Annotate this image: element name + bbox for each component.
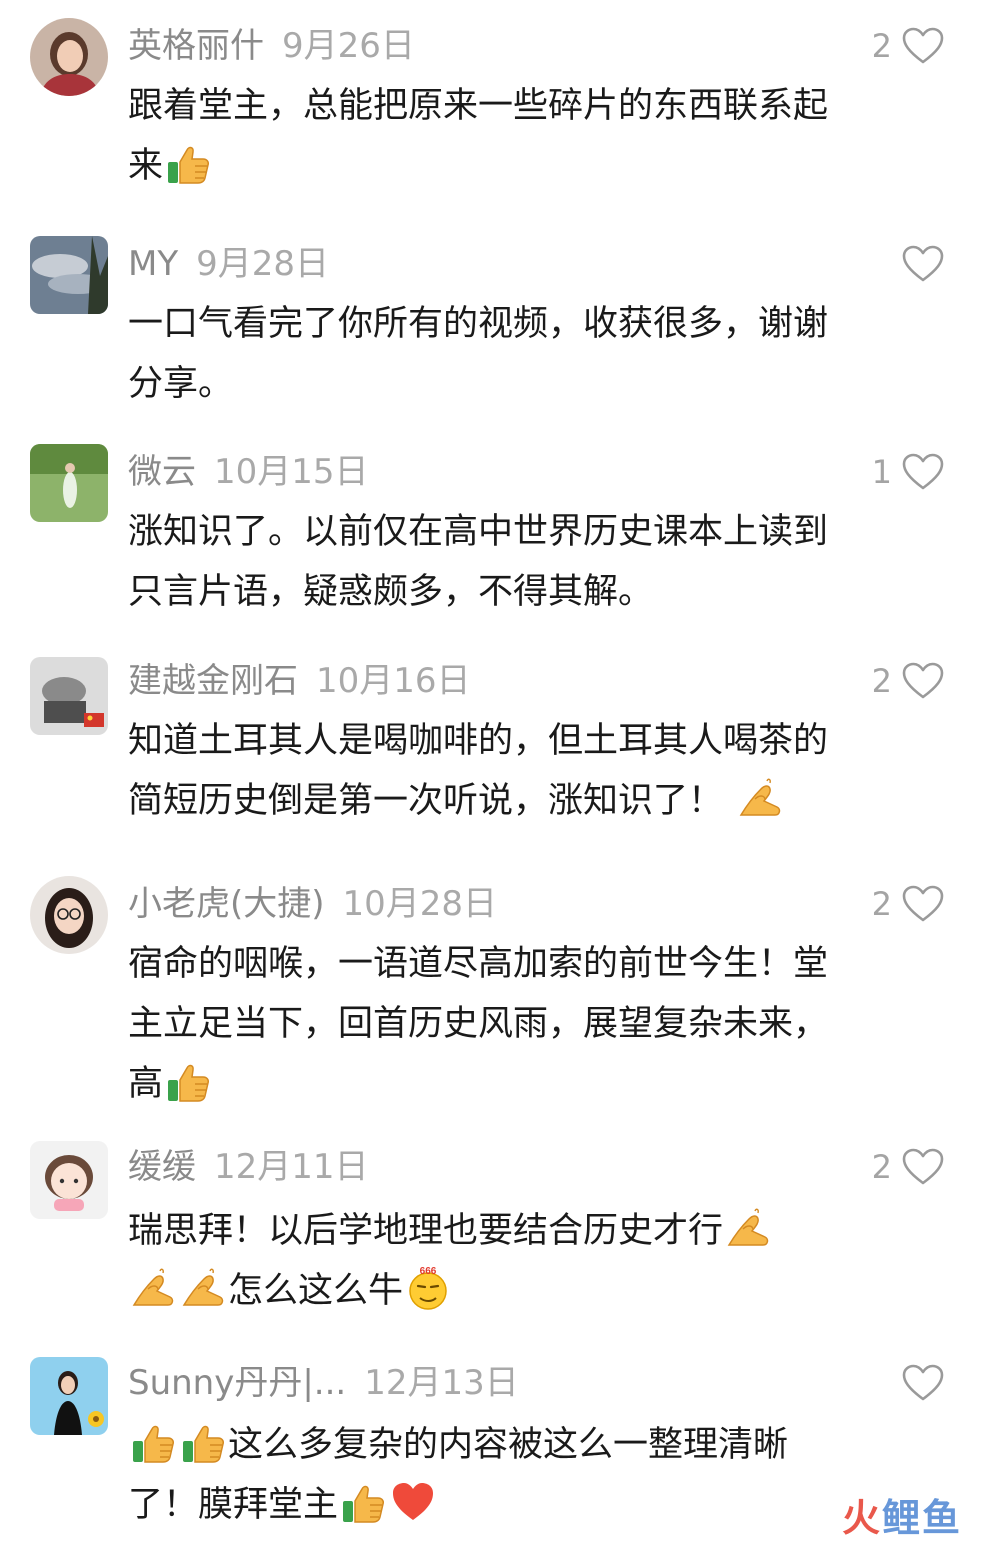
woman-flowers-icon	[30, 1357, 108, 1435]
ok-hand-emoji-icon	[130, 1265, 176, 1311]
comment-date: 9月26日	[282, 26, 415, 66]
comment-text: 跟着堂主，总能把原来一些碎片的东西联系起来	[128, 76, 850, 196]
thumbs-up-emoji-icon	[165, 140, 211, 186]
watermark-logo: 火鲤鱼	[842, 1487, 962, 1542]
heart-outline-icon[interactable]	[902, 885, 944, 923]
comment-text-segment: 瑞思拜！以后学地理也要结合历史才行	[128, 1211, 724, 1251]
ok-hand-emoji-icon	[180, 1265, 226, 1311]
thumbs-up-emoji-icon	[180, 1419, 226, 1465]
like-count: 2	[871, 27, 892, 65]
avatar[interactable]	[30, 18, 108, 96]
woman-portrait-icon	[30, 18, 108, 96]
comment-meta: 缓缓 12月11日	[128, 1139, 369, 1195]
comment-date: 9月28日	[196, 244, 330, 284]
username[interactable]: MY	[128, 244, 178, 284]
like-count: 2	[871, 885, 892, 923]
like-button[interactable]: 2	[872, 653, 944, 709]
thumbs-up-emoji-icon	[130, 1419, 176, 1465]
comment-date: 10月28日	[342, 884, 498, 924]
like-button[interactable]: 2	[872, 1139, 944, 1195]
girl-glasses-icon	[30, 876, 108, 954]
like-button[interactable]: 1	[872, 444, 944, 500]
username[interactable]: 建越金刚石	[128, 661, 298, 701]
comment-date: 12月11日	[214, 1147, 369, 1187]
sky-photo-icon	[30, 236, 108, 314]
comment-text: 瑞思拜！以后学地理也要结合历史才行 怎么这么牛	[128, 1201, 850, 1321]
red-heart-emoji-icon	[390, 1479, 436, 1525]
like-count: 2	[871, 662, 892, 700]
comment-meta: 微云 10月15日	[128, 444, 369, 500]
like-count: 2	[871, 1148, 892, 1186]
comment-text-segment: 这么多复杂的内容被这么一整理清晰了！膜拜堂主	[128, 1425, 789, 1525]
like-button[interactable]: 2	[872, 18, 944, 74]
like-button[interactable]: 2	[872, 876, 944, 932]
comment-text-segment: 跟着堂主，总能把原来一些碎片的东西联系起来	[128, 86, 829, 186]
comment-date: 10月16日	[316, 661, 471, 701]
comment-date: 10月15日	[214, 452, 369, 492]
comment-text: 宿命的咽喉，一语道尽高加索的前世今生！堂主立足当下，回首历史风雨，展望复杂未来，…	[128, 934, 850, 1114]
heart-outline-icon[interactable]	[902, 1148, 944, 1186]
username[interactable]: 英格丽什	[128, 26, 264, 66]
thumbs-up-emoji-icon	[165, 1058, 211, 1104]
avatar[interactable]	[30, 1141, 108, 1219]
avatar[interactable]	[30, 876, 108, 954]
comment-text-segment: 怎么这么牛	[228, 1271, 404, 1311]
heart-outline-icon[interactable]	[902, 245, 944, 283]
comment-text-segment: 涨知识了。以前仅在高中世界历史课本上读到只言片语，疑惑颇多，不得其解。	[128, 512, 829, 612]
comment-text-segment: 宿命的咽喉，一语道尽高加索的前世今生！堂主立足当下，回首历史风雨，展望复杂未来，…	[128, 944, 829, 1104]
watermark-part1: 火	[841, 1496, 882, 1540]
watermark-part2: 鲤鱼	[881, 1496, 962, 1540]
avatar[interactable]	[30, 657, 108, 735]
comment-text: 一口气看完了你所有的视频，收获很多，谢谢分享。	[128, 294, 850, 414]
username[interactable]: 小老虎(大捷)	[128, 884, 325, 924]
username[interactable]: 缓缓	[128, 1147, 196, 1187]
666-emoji-icon	[405, 1265, 451, 1311]
comment-text: 这么多复杂的内容被这么一整理清晰了！膜拜堂主	[128, 1415, 850, 1535]
comment-meta: 小老虎(大捷) 10月28日	[128, 876, 497, 932]
heart-outline-icon[interactable]	[902, 453, 944, 491]
like-button[interactable]	[892, 1355, 944, 1411]
comment-date: 12月13日	[364, 1363, 519, 1403]
comment-meta: 建越金刚石 10月16日	[128, 653, 471, 709]
comment-text: 涨知识了。以前仅在高中世界历史课本上读到只言片语，疑惑颇多，不得其解。	[128, 502, 850, 622]
like-button[interactable]	[892, 236, 944, 292]
comment-meta: Sunny丹丹|... 12月13日	[128, 1355, 519, 1411]
machine-photo-icon	[30, 657, 108, 735]
comment-text: 知道土耳其人是喝咖啡的，但土耳其人喝茶的简短历史倒是第一次听说，涨知识了！	[128, 711, 850, 831]
avatar[interactable]	[30, 444, 108, 522]
comment-meta: 英格丽什 9月26日	[128, 18, 415, 74]
thumbs-up-emoji-icon	[340, 1479, 386, 1525]
avatar[interactable]	[30, 236, 108, 314]
username[interactable]: Sunny丹丹|...	[128, 1363, 346, 1403]
avatar[interactable]	[30, 1357, 108, 1435]
heart-outline-icon[interactable]	[902, 1364, 944, 1402]
field-photo-icon	[30, 444, 108, 522]
comment-text-segment: 知道土耳其人是喝咖啡的，但土耳其人喝茶的简短历史倒是第一次听说，涨知识了！	[128, 721, 829, 821]
username[interactable]: 微云	[128, 452, 196, 492]
ok-hand-emoji-icon	[725, 1205, 771, 1251]
heart-outline-icon[interactable]	[902, 662, 944, 700]
comment-text-segment: 一口气看完了你所有的视频，收获很多，谢谢分享。	[128, 304, 829, 404]
cartoon-girl-icon	[30, 1141, 108, 1219]
comment-meta: MY 9月28日	[128, 236, 329, 292]
like-count: 1	[871, 453, 892, 491]
ok-hand-emoji-icon	[737, 775, 783, 821]
heart-outline-icon[interactable]	[902, 27, 944, 65]
